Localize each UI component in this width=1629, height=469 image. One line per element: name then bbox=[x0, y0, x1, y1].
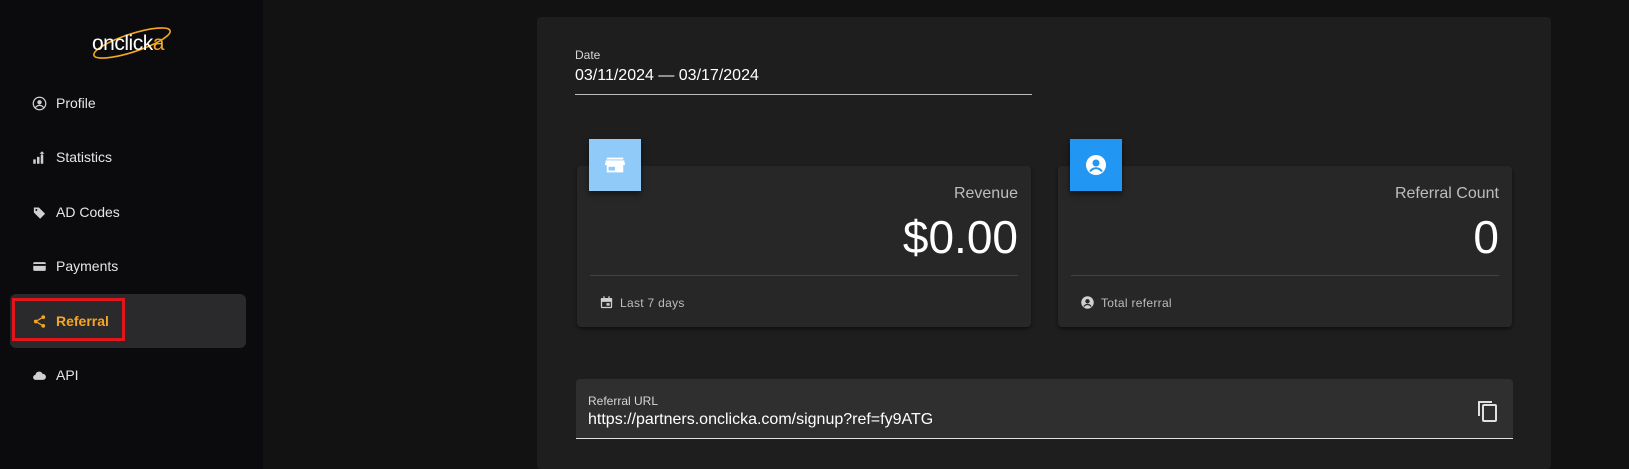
referral-url-value[interactable]: https://partners.onclicka.com/signup?ref… bbox=[588, 411, 933, 429]
referral-count-footer-text: Total referral bbox=[1101, 295, 1172, 310]
referral-count-footer: Total referral bbox=[1080, 295, 1172, 310]
card-icon bbox=[31, 258, 47, 274]
copy-icon[interactable] bbox=[1475, 397, 1499, 423]
account-circle-icon bbox=[1070, 139, 1122, 191]
account-circle-icon bbox=[31, 95, 47, 111]
revenue-value: $0.00 bbox=[902, 211, 1018, 263]
tag-icon bbox=[31, 204, 47, 220]
sidebar-item-ad-codes[interactable]: AD Codes bbox=[10, 185, 246, 239]
sidebar-item-label: Statistics bbox=[56, 149, 113, 165]
date-input-underline bbox=[575, 94, 1032, 95]
account-circle-icon bbox=[1080, 295, 1095, 310]
sidebar-item-statistics[interactable]: Statistics bbox=[10, 130, 246, 184]
revenue-card: Revenue $0.00 Last 7 days bbox=[577, 166, 1031, 327]
sidebar-item-label: Profile bbox=[56, 95, 96, 111]
onclicka-logo[interactable]: onclicka bbox=[88, 22, 178, 62]
share-icon bbox=[31, 313, 47, 329]
referral-count-card: Referral Count 0 Total referral bbox=[1058, 166, 1512, 327]
revenue-footer-text: Last 7 days bbox=[620, 295, 685, 310]
calendar-icon bbox=[599, 295, 614, 310]
card-divider bbox=[1071, 275, 1499, 276]
revenue-label: Revenue bbox=[953, 185, 1018, 202]
sidebar-item-referral[interactable]: Referral bbox=[10, 294, 246, 348]
sidebar-item-label: Payments bbox=[56, 258, 119, 274]
referral-url-field[interactable]: Referral URL https://partners.onclicka.c… bbox=[576, 379, 1513, 439]
logo-text: onclicka bbox=[92, 32, 164, 55]
sidebar-item-api[interactable]: API bbox=[10, 348, 246, 402]
sidebar-item-label: AD Codes bbox=[56, 204, 120, 220]
sidebar-item-payments[interactable]: Payments bbox=[10, 239, 246, 293]
chart-up-icon bbox=[31, 149, 47, 165]
referral-count-label: Referral Count bbox=[1394, 185, 1499, 202]
referral-count-value: 0 bbox=[1473, 211, 1499, 263]
sidebar-item-label: API bbox=[56, 367, 79, 383]
revenue-footer: Last 7 days bbox=[599, 295, 685, 310]
card-divider bbox=[590, 275, 1018, 276]
referral-url-label: Referral URL bbox=[588, 394, 659, 408]
sidebar-item-profile[interactable]: Profile bbox=[10, 76, 246, 130]
sidebar-item-label: Referral bbox=[56, 313, 109, 329]
cloud-icon bbox=[31, 367, 47, 383]
sidebar: onclicka Profile Statistics AD Codes Pay… bbox=[0, 0, 263, 469]
store-icon bbox=[589, 139, 641, 191]
date-range-input[interactable]: 03/11/2024 — 03/17/2024 bbox=[575, 67, 759, 85]
date-label: Date bbox=[575, 48, 601, 62]
